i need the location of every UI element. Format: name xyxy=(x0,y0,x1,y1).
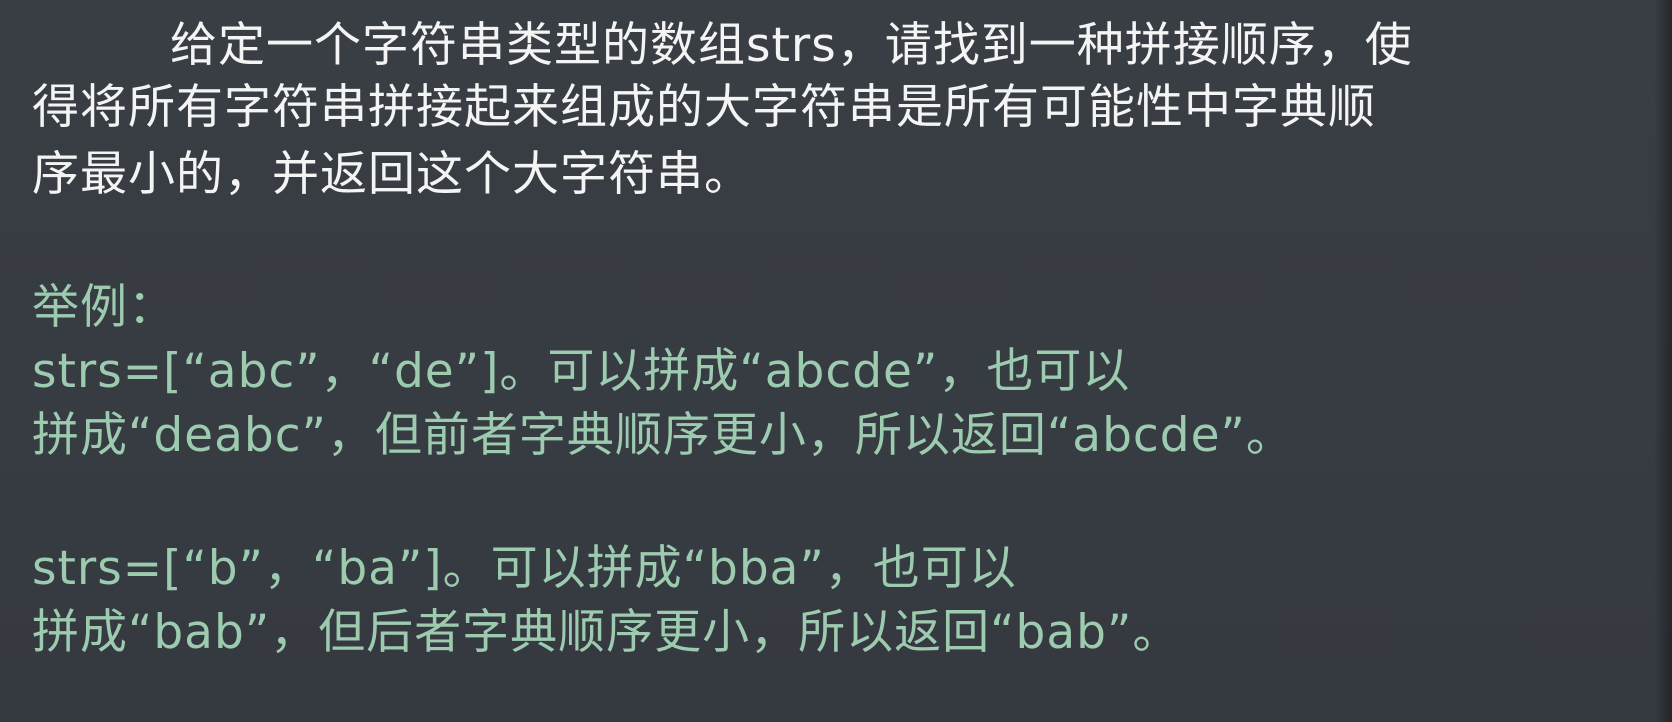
example-1-line-2: 拼成“deabc”，但前者字典顺序更小，所以返回“abcde”。 xyxy=(32,408,1294,463)
slide: 给定一个字符串类型的数组strs，请找到一种拼接顺序，使 得将所有字符串拼接起来… xyxy=(0,0,1672,722)
example-1-line-1: strs=[“abc”，“de”]。可以拼成“abcde”，也可以 xyxy=(32,344,1131,399)
problem-line-3: 序最小的，并返回这个大字符串。 xyxy=(32,147,752,202)
examples-heading: 举例： xyxy=(32,280,176,335)
problem-line-2: 得将所有字符串拼接起来组成的大字符串是所有可能性中字典顺 xyxy=(32,80,1376,135)
example-2-line-1: strs=[“b”，“ba”]。可以拼成“bba”，也可以 xyxy=(32,541,1017,596)
edge-shadow xyxy=(1654,0,1672,722)
example-2-line-2: 拼成“bab”，但后者字典顺序更小，所以返回“bab”。 xyxy=(32,605,1181,660)
problem-line-1: 给定一个字符串类型的数组strs，请找到一种拼接顺序，使 xyxy=(170,18,1413,73)
